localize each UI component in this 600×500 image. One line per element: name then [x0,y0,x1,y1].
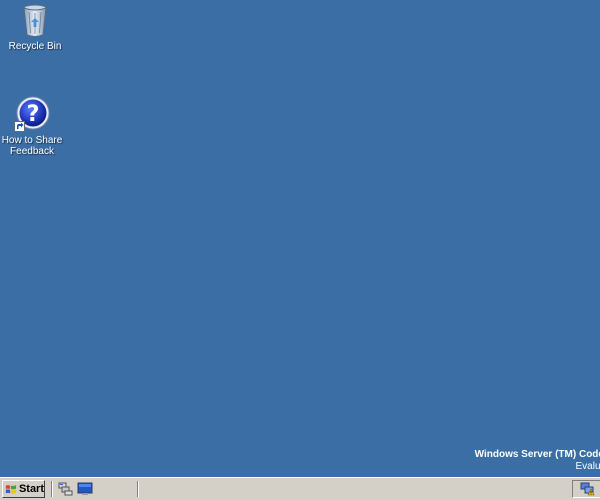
network-warning-icon[interactable] [580,482,595,496]
taskbar[interactable]: Start [0,477,600,500]
desktop-icon-recycle-bin[interactable]: Recycle Bin [0,2,70,52]
watermark-line-1: Windows Server (TM) Code Name [474,449,600,460]
recycle-bin-icon [17,2,53,38]
help-question-icon: ? [14,96,50,132]
feedback-label-line2: Feedback [10,146,54,157]
feedback-label-line1: How to Share [1,135,63,146]
desktop-icon-label: How to Share Feedback [0,135,67,157]
shortcut-arrow-icon [14,121,25,132]
desktop[interactable]: Recycle Bin ? How to Share Feedback Wind… [0,0,600,477]
server-manager-icon[interactable] [58,482,74,496]
desktop-icon-label: Recycle Bin [8,41,62,52]
start-button[interactable]: Start [2,480,45,498]
svg-text:?: ? [27,102,40,127]
desktop-icon-how-to-share-feedback[interactable]: ? How to Share Feedback [0,96,67,157]
taskbar-separator [51,481,53,497]
start-button-label: Start [18,483,44,495]
windows-watermark: Windows Server (TM) Code Name Evaluation… [475,449,600,473]
taskbar-separator [137,481,139,497]
show-desktop-icon[interactable] [77,482,93,496]
windows-flag-icon [5,485,17,494]
watermark-line-2: Evaluation c [575,461,600,472]
notification-area[interactable] [572,480,600,498]
